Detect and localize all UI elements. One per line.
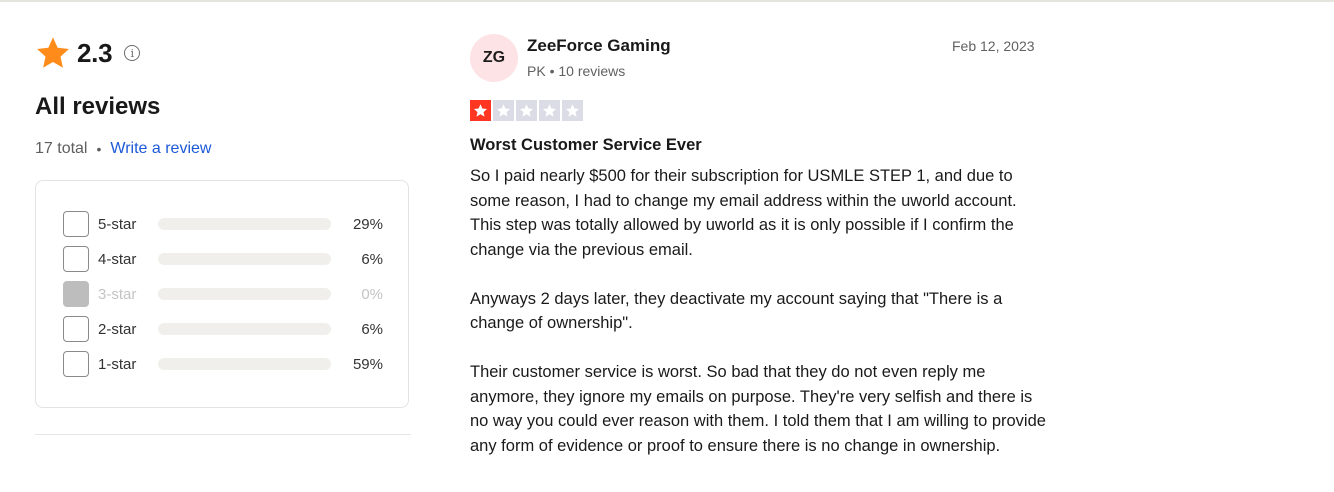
checkbox-1-star[interactable] <box>63 351 89 377</box>
star-rating <box>470 100 583 121</box>
percent-value: 0% <box>361 285 383 303</box>
star-filter-card: 5-star 29% 4-star 6% 3-star 0% 2-star 6%… <box>35 180 409 408</box>
percent-value: 6% <box>361 250 383 268</box>
rating-value: 2.3 <box>77 37 113 68</box>
checkbox-2-star[interactable] <box>63 316 89 342</box>
bar-track <box>157 358 332 370</box>
bar-track <box>157 323 332 335</box>
checkbox-3-star <box>63 281 89 307</box>
star-label: 3-star <box>98 285 137 303</box>
review-title[interactable]: Worst Customer Service Ever <box>470 136 702 155</box>
bar-track <box>157 288 332 300</box>
star-empty-icon <box>493 100 514 121</box>
star-label: 4-star <box>98 250 137 268</box>
info-icon[interactable]: i <box>124 45 141 61</box>
separator-dot: • <box>96 141 102 157</box>
review-body: So I paid nearly $500 for their subscrip… <box>470 164 1050 483</box>
top-border <box>0 0 1334 2</box>
total-count: 17 total <box>35 140 88 157</box>
reviewer-name[interactable]: ZeeForce Gaming <box>527 36 671 56</box>
star-label: 1-star <box>98 355 137 373</box>
percent-value: 6% <box>361 320 383 338</box>
star-empty-icon <box>562 100 583 121</box>
bar-track <box>157 218 332 230</box>
star-empty-icon <box>539 100 560 121</box>
filter-row-5-star[interactable]: 5-star 29% <box>63 211 383 237</box>
section-heading: All reviews <box>35 93 161 120</box>
bar-track <box>157 253 332 265</box>
filter-row-2-star[interactable]: 2-star 6% <box>63 316 383 342</box>
review-paragraph: Their customer service is worst. So bad … <box>470 363 1046 455</box>
star-empty-icon <box>516 100 537 121</box>
checkbox-4-star[interactable] <box>63 246 89 272</box>
filter-row-3-star: 3-star 0% <box>63 281 383 307</box>
star-icon <box>37 37 69 68</box>
write-review-link[interactable]: Write a review <box>110 140 211 158</box>
reviews-count-row: 17 total • Write a review <box>35 140 211 158</box>
avatar[interactable]: ZG <box>470 34 518 82</box>
star-filled-icon <box>470 100 491 121</box>
reviewer-meta: PK • 10 reviews <box>527 63 626 79</box>
review-paragraph: Anyways 2 days later, they deactivate my… <box>470 289 1003 333</box>
review-paragraph: So I paid nearly $500 for their subscrip… <box>470 167 1017 259</box>
review-date: Feb 12, 2023 <box>952 38 1035 54</box>
star-label: 5-star <box>98 215 137 233</box>
overall-rating: 2.3 i <box>35 34 141 72</box>
filter-row-4-star[interactable]: 4-star 6% <box>63 246 383 272</box>
star-label: 2-star <box>98 320 137 338</box>
divider <box>35 434 411 435</box>
percent-value: 59% <box>352 355 383 373</box>
checkbox-5-star[interactable] <box>63 211 89 237</box>
percent-value: 29% <box>352 215 383 233</box>
filter-row-1-star[interactable]: 1-star 59% <box>63 351 383 377</box>
